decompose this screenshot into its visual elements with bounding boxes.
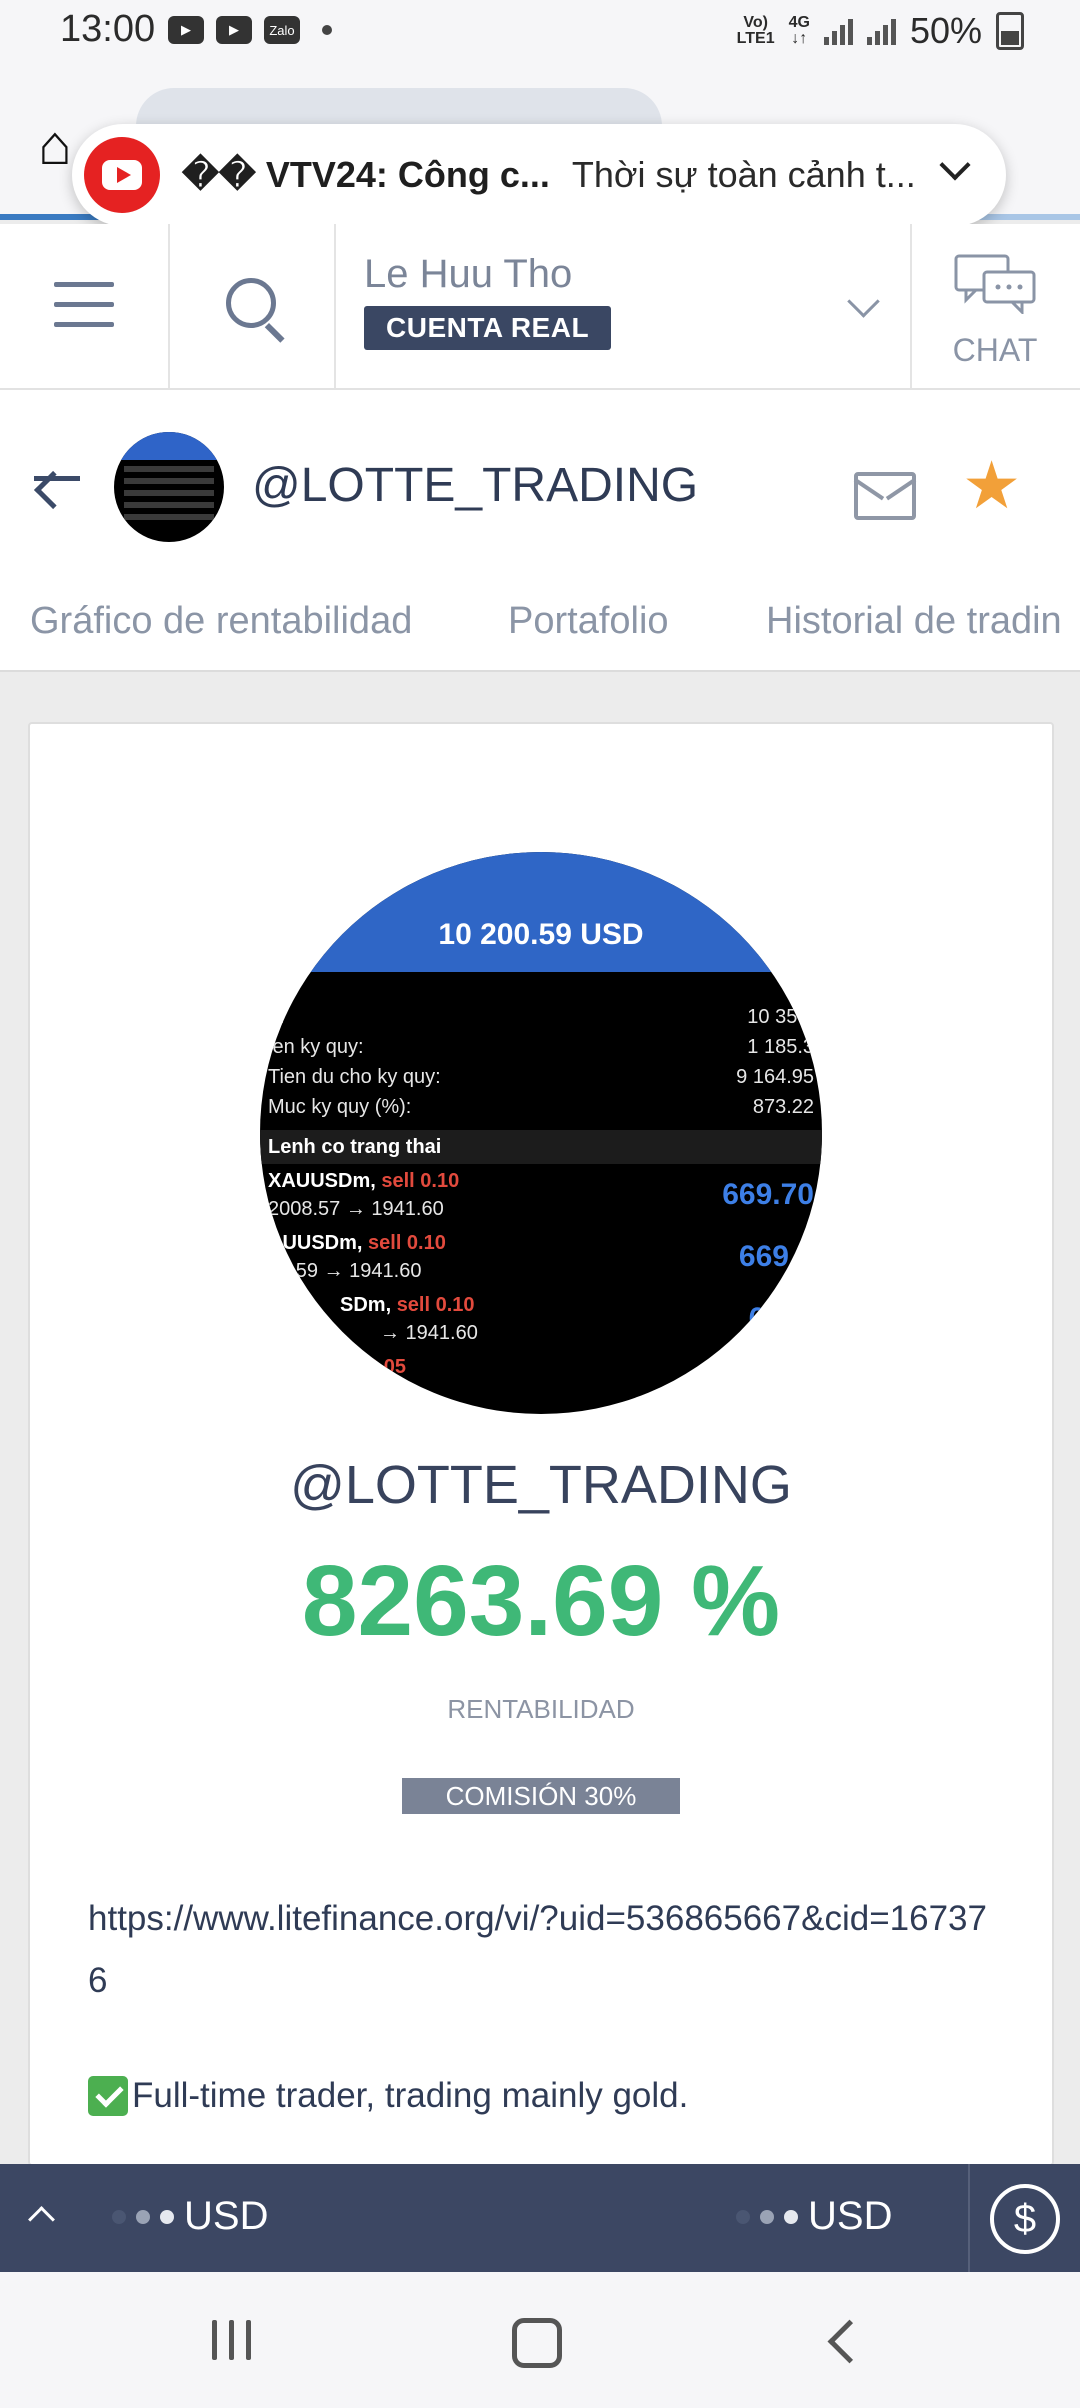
ticker-right-currency: USD [808, 2194, 893, 2238]
ticker-left[interactable]: USD [112, 2194, 268, 2239]
trader-bio: Full-time trader, trading mainly gold. [88, 2076, 688, 2116]
signal-icon [866, 17, 896, 45]
currency-ticker: USD USD $ [0, 2164, 1080, 2272]
loading-dot-icon [736, 2209, 750, 2224]
divider [168, 224, 170, 388]
youtube-logo-icon [84, 137, 160, 213]
media-title: �� VTV24: Công c... [182, 154, 550, 195]
referral-link[interactable]: https://www.litefinance.org/vi/?uid=5368… [88, 1888, 988, 2012]
profile-tabs: Gráfico de rentabilidad Portafolio Histo… [0, 600, 1080, 670]
youtube-icon: ▶ [168, 16, 204, 44]
media-notification[interactable]: �� VTV24: Công c... Thời sự toàn cảnh t.… [72, 124, 1006, 226]
battery-percent: 50% [909, 10, 982, 51]
recent-apps-icon[interactable] [212, 2320, 251, 2360]
chevron-down-icon[interactable] [847, 285, 880, 318]
account-name: Le Huu Tho [364, 252, 573, 296]
profile-header: @LOTTE_TRADING ★ Gráfico de rentabilidad… [0, 390, 1080, 672]
youtube-icon: ▶ [216, 16, 252, 44]
app-header: Le Huu Tho CUENTA REAL CHAT [0, 224, 1080, 390]
back-icon[interactable] [827, 2319, 872, 2364]
tab-profitability-chart[interactable]: Gráfico de rentabilidad [30, 600, 412, 643]
divider [968, 2164, 970, 2272]
loading-dot-icon [136, 2209, 150, 2224]
status-bar: 13:00 ▶ ▶ Zalo Vo) LTE1 4G ↓↑ 50% [0, 0, 1080, 68]
home-button-icon[interactable] [512, 2318, 562, 2368]
network-type-indicator: 4G ↓↑ [788, 14, 810, 47]
commission-badge: COMISIÓN 30% [402, 1778, 680, 1814]
profile-handle: @LOTTE_TRADING [252, 459, 699, 512]
divider [334, 224, 336, 388]
zalo-icon: Zalo [264, 16, 300, 44]
dollar-icon[interactable]: $ [990, 2184, 1060, 2254]
status-time: 13:00 [60, 8, 156, 50]
media-subtitle: Thời sự toàn cảnh t... [571, 154, 916, 195]
search-icon[interactable] [226, 278, 276, 328]
chevron-down-icon[interactable] [939, 149, 971, 181]
battery-icon [996, 12, 1024, 50]
bio-text: Full-time trader, trading mainly gold. [132, 2076, 689, 2115]
tab-portfolio[interactable]: Portafolio [508, 600, 669, 643]
ticker-left-currency: USD [184, 2194, 269, 2238]
trader-handle: @LOTTE_TRADING [290, 1455, 792, 1515]
loading-dot-icon [112, 2209, 126, 2224]
account-type-badge: CUENTA REAL [364, 306, 612, 350]
trader-avatar: 10 200.59 USD u: 14 n: 10 350. ien ky quy:… [260, 852, 822, 1414]
status-app-icons: ▶ ▶ Zalo [168, 16, 332, 44]
star-icon[interactable]: ★ [962, 452, 1021, 518]
ticker-right[interactable]: USD [736, 2194, 892, 2239]
volte-indicator: Vo) LTE1 [736, 14, 775, 47]
check-mark-icon [88, 2076, 128, 2116]
loading-dot-icon [784, 2209, 798, 2224]
signal-icon [823, 17, 853, 45]
system-nav-bar [0, 2272, 1080, 2408]
loading-dot-icon [760, 2209, 774, 2224]
status-indicators: Vo) LTE1 4G ↓↑ 50% [737, 10, 1024, 52]
trader-card: 10 200.59 USD u: 14 n: 10 350. ien ky quy:… [28, 722, 1054, 2166]
avatar-balance: 10 200.59 USD [438, 918, 644, 951]
back-arrow-icon[interactable] [34, 476, 80, 481]
chat-icon[interactable] [954, 254, 1038, 314]
chat-label[interactable]: CHAT [910, 332, 1080, 369]
avatar [114, 432, 224, 542]
menu-icon[interactable] [54, 282, 114, 342]
home-icon[interactable]: ⌂ [38, 112, 72, 177]
tab-trading-history[interactable]: Historial de tradin [766, 600, 1062, 643]
chevron-up-icon[interactable] [28, 2206, 55, 2233]
loading-dot-icon [160, 2209, 174, 2224]
notification-dot-icon [322, 25, 332, 35]
profitability-value: 8263.69 % [301, 1545, 781, 1657]
mail-icon[interactable] [854, 472, 916, 520]
profitability-label: RENTABILIDAD [447, 1694, 635, 1724]
